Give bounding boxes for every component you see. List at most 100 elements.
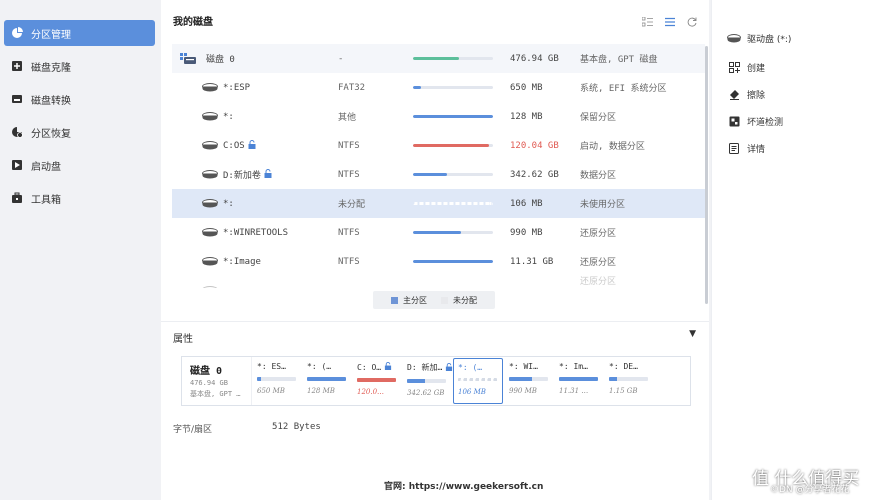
disk-row[interactable]: 磁盘 0 - 476.94 GB 基本盘, GPT 磁盘	[172, 44, 705, 73]
erase-button[interactable]: 擦除	[712, 81, 887, 108]
map-segment-size: 106 MB	[458, 388, 486, 396]
table-scrollbar[interactable]	[705, 46, 708, 304]
row-name-text: *:WINRETOOLS	[223, 227, 289, 238]
map-segment-fill	[357, 378, 396, 382]
map-segment-bar	[458, 378, 497, 382]
row-name-text: *:ESP	[223, 82, 251, 93]
create-button[interactable]: 创建	[712, 54, 887, 81]
legend-primary: 主分区	[391, 295, 427, 306]
table-row[interactable]: *: 其他 128 MB 保留分区	[172, 102, 705, 131]
sidebar-item-partition-manage[interactable]: 分区管理	[4, 20, 155, 46]
row-filesystem: NTFS	[338, 140, 360, 151]
row-name: *:ESP	[202, 73, 250, 102]
row-name: C:OS	[202, 131, 256, 160]
map-segment-name: *: ES…	[257, 362, 298, 371]
table-row[interactable]: 还原分区	[172, 276, 705, 288]
usage-bar	[413, 231, 493, 234]
clone-icon	[10, 60, 23, 73]
row-type: 未使用分区	[580, 200, 626, 210]
hdd-icon	[202, 257, 218, 266]
sidebar-item-boot-disk[interactable]: 启动盘	[4, 152, 155, 178]
hdd-icon	[202, 199, 218, 208]
map-segment-name: *: DE…	[609, 362, 650, 371]
sector-label: 字节/扇区	[173, 425, 213, 435]
map-segment[interactable]: D: 新加… 342.62 GB	[402, 357, 453, 405]
map-segment[interactable]: *: DE… 1.15 GB	[604, 357, 654, 405]
row-usage	[413, 44, 495, 73]
table-row[interactable]: D:新加卷 NTFS 342.62 GB 数据分区	[172, 160, 705, 189]
map-segment-size: 1.15 GB	[609, 387, 638, 395]
map-segment-name-text: *: WI…	[509, 362, 538, 371]
bad-sector-label: 坏道检测	[747, 118, 784, 128]
map-disk-size: 476.94 GB	[190, 379, 228, 387]
table-row[interactable]: *: 未分配 106 MB 未使用分区	[172, 189, 705, 218]
legend-unalloc-label: 未分配	[453, 295, 477, 305]
sidebar-item-label: 启动盘	[31, 161, 61, 173]
collapse-arrow-icon[interactable]: ▼	[689, 329, 696, 339]
sidebar-item-partition-recover[interactable]: 分区恢复	[4, 119, 155, 145]
map-segment[interactable]: *: Im… 11.31 …	[554, 357, 604, 405]
row-name: *:WINRETOOLS	[202, 218, 288, 247]
map-disk-info[interactable]: 磁盘 0 476.94 GB 基本盘, GPT …	[182, 357, 252, 405]
sidebar-item-label: 工具箱	[31, 194, 61, 206]
map-segment-fill	[407, 379, 425, 383]
drive-header-label: 驱动盘 (*:)	[747, 35, 792, 45]
map-segment-name-text: *: DE…	[609, 362, 638, 371]
usage-bar-fill	[413, 260, 493, 263]
table-row[interactable]: *:Image NTFS 11.31 GB 还原分区	[172, 247, 705, 276]
row-type: 还原分区	[580, 258, 617, 268]
details-button[interactable]: 详情	[712, 135, 887, 162]
list-view-icon[interactable]	[641, 16, 653, 30]
hdd-icon	[202, 112, 218, 121]
table-row[interactable]: C:OS NTFS 120.04 GB 启动, 数据分区	[172, 131, 705, 160]
row-type: 系统, EFI 系统分区	[580, 84, 667, 94]
lock-icon	[384, 362, 392, 372]
map-segment-size: 128 MB	[307, 387, 335, 395]
map-segment[interactable]: *: WI… 990 MB	[504, 357, 554, 405]
detail-view-icon[interactable]	[665, 17, 675, 30]
map-segment[interactable]: *: (… 128 MB	[302, 357, 352, 405]
map-segment[interactable]: *: ES… 650 MB	[252, 357, 302, 405]
lock-icon	[248, 139, 256, 152]
sidebar-item-toolbox[interactable]: 工具箱	[4, 185, 155, 211]
row-type: 基本盘, GPT 磁盘	[580, 55, 658, 65]
map-disk-name: 磁盘 0	[190, 366, 223, 377]
usage-bar-fill	[413, 57, 459, 60]
usage-bar	[413, 57, 493, 60]
map-segment-size: 990 MB	[509, 387, 537, 395]
map-segment[interactable]: *: (… 106 MB	[453, 358, 503, 404]
row-name-text: *:Image	[223, 256, 261, 267]
map-segment-bar	[307, 377, 346, 381]
row-usage	[413, 189, 495, 218]
website-footer[interactable]: 官网: https://www.geekersoft.cn	[384, 479, 543, 492]
map-segment-name: *: (…	[307, 362, 348, 371]
main-panel: 我的磁盘 磁盘 0 - 476.94 GB 基本盘, GPT 磁盘 *:ESP FAT32…	[161, 0, 709, 500]
map-segment-name: *: (…	[458, 363, 499, 372]
usage-bar	[413, 202, 493, 205]
row-name: D:新加卷	[202, 160, 272, 189]
map-segment[interactable]: C: O… 120.0…	[352, 357, 402, 405]
row-name: *:	[202, 189, 234, 218]
disk-icon	[180, 52, 198, 65]
bad-sector-button[interactable]: 坏道检测	[712, 108, 887, 135]
row-size: 120.04 GB	[510, 140, 559, 151]
row-filesystem: -	[338, 53, 344, 64]
map-segment-fill	[509, 377, 533, 381]
boot-disk-icon	[10, 159, 23, 172]
row-size: 128 MB	[510, 111, 543, 122]
row-usage	[413, 102, 495, 131]
row-name: 磁盘 0	[180, 44, 235, 73]
table-row[interactable]: *:ESP FAT32 650 MB 系统, EFI 系统分区	[172, 73, 705, 102]
row-filesystem: 其他	[338, 113, 357, 123]
sidebar-item-disk-clone[interactable]: 磁盘克隆	[4, 53, 155, 79]
partition-table: 磁盘 0 - 476.94 GB 基本盘, GPT 磁盘 *:ESP FAT32 650 M…	[172, 44, 705, 288]
sidebar-item-disk-convert[interactable]: 磁盘转换	[4, 86, 155, 112]
table-row[interactable]: *:WINRETOOLS NTFS 990 MB 还原分区	[172, 218, 705, 247]
usage-bar-fill	[413, 231, 461, 234]
row-name-text: D:新加卷	[223, 171, 261, 181]
row-filesystem: NTFS	[338, 256, 360, 267]
map-segment-fill	[257, 377, 261, 381]
usage-bar	[413, 144, 493, 147]
refresh-icon[interactable]	[687, 17, 697, 30]
erase-label: 擦除	[747, 91, 766, 101]
